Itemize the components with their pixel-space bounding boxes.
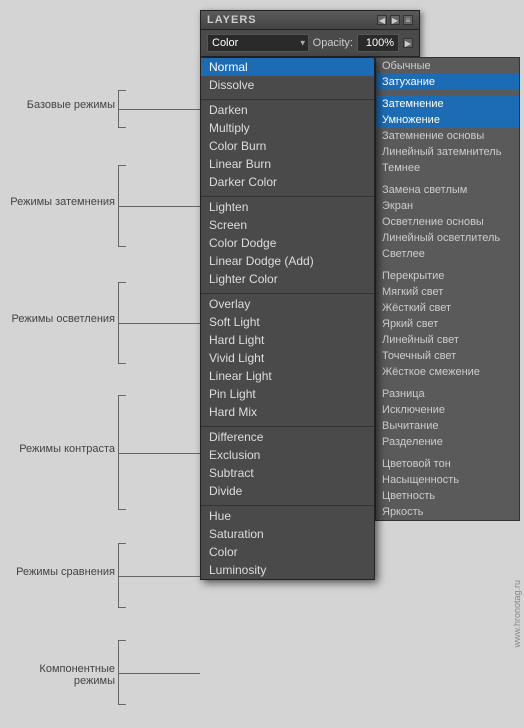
bracket-horizontal <box>118 453 200 454</box>
dropdown-item[interactable]: Exclusion <box>201 446 374 464</box>
dropdown-divider <box>201 191 374 197</box>
dropdown-divider <box>201 500 374 506</box>
opacity-label: Opacity: <box>313 37 353 49</box>
dropdown-item[interactable]: Linear Burn <box>201 155 374 173</box>
blend-mode-wrapper: Color ▼ <box>207 34 309 52</box>
translation-item: Линейный осветлитель <box>376 230 519 246</box>
dropdown-item[interactable]: Lighten <box>201 198 374 216</box>
category-label: Базовые режимы <box>5 99 115 111</box>
dropdown-item[interactable]: Color Dodge <box>201 234 374 252</box>
translation-item: Яркий свет <box>376 316 519 332</box>
dropdown-item[interactable]: Overlay <box>201 295 374 313</box>
translation-item: Исключение <box>376 402 519 418</box>
dropdown-divider <box>201 421 374 427</box>
dropdown-item[interactable]: Multiply <box>201 119 374 137</box>
category-label: Компонентные режимы <box>5 663 115 687</box>
panel-toolbar: Color ▼ Opacity: ▶ <box>201 30 419 57</box>
category-label: Режимы контраста <box>5 443 115 455</box>
dropdown-item[interactable]: Linear Dodge (Add) <box>201 252 374 270</box>
panel-title: LAYERS <box>207 14 257 26</box>
watermark: www.hronotag.ru <box>512 580 522 648</box>
translation-item: Насыщенность <box>376 472 519 488</box>
opacity-input[interactable] <box>357 34 399 52</box>
translation-item: Обычные <box>376 58 519 74</box>
blend-mode-dropdown: NormalDissolveDarkenMultiplyColor BurnLi… <box>200 57 375 580</box>
opacity-arrow-btn[interactable]: ▶ <box>403 38 413 48</box>
dropdown-item[interactable]: Linear Light <box>201 367 374 385</box>
translation-item: Перекрытие <box>376 268 519 284</box>
dropdown-item[interactable]: Screen <box>201 216 374 234</box>
panel-expand-btn[interactable]: ▶ <box>390 15 400 25</box>
dropdown-item[interactable]: Hue <box>201 507 374 525</box>
translation-item: Темнее <box>376 160 519 176</box>
category-label: Режимы сравнения <box>5 566 115 578</box>
bracket-horizontal <box>118 576 200 577</box>
dropdown-item[interactable]: Saturation <box>201 525 374 543</box>
translation-item: Жёсткое смежение <box>376 364 519 380</box>
translation-item: Светлее <box>376 246 519 262</box>
dropdown-item[interactable]: Luminosity <box>201 561 374 579</box>
panel-controls: ◀ ▶ ≡ <box>377 15 413 25</box>
bracket-horizontal <box>118 673 200 674</box>
translation-item: Экран <box>376 198 519 214</box>
dropdown-divider <box>201 288 374 294</box>
translation-item: Осветление основы <box>376 214 519 230</box>
dropdown-item[interactable]: Dissolve <box>201 76 374 94</box>
dropdown-item[interactable]: Subtract <box>201 464 374 482</box>
layers-panel: LAYERS ◀ ▶ ≡ Color ▼ Opacity: ▶ <box>200 10 420 58</box>
translation-item: Затухание <box>376 74 519 90</box>
translation-item: Замена светлым <box>376 182 519 198</box>
dropdown-item[interactable]: Hard Light <box>201 331 374 349</box>
dropdown-divider <box>201 94 374 100</box>
dropdown-item[interactable]: Difference <box>201 428 374 446</box>
dropdown-item[interactable]: Normal <box>201 58 374 76</box>
dropdown-item[interactable]: Color <box>201 543 374 561</box>
category-label: Режимы осветления <box>5 313 115 325</box>
translation-item: Точечный свет <box>376 348 519 364</box>
translation-item: Мягкий свет <box>376 284 519 300</box>
translation-item: Затемнение основы <box>376 128 519 144</box>
translation-item: Вычитание <box>376 418 519 434</box>
translation-item: Яркость <box>376 504 519 520</box>
dropdown-item[interactable]: Vivid Light <box>201 349 374 367</box>
dropdown-item[interactable]: Darken <box>201 101 374 119</box>
translation-item: Затемнение <box>376 96 519 112</box>
dropdown-item[interactable]: Darker Color <box>201 173 374 191</box>
translation-item: Линейный свет <box>376 332 519 348</box>
dropdown-item[interactable]: Soft Light <box>201 313 374 331</box>
translation-item: Разделение <box>376 434 519 450</box>
translation-item: Жёсткий свет <box>376 300 519 316</box>
translation-item: Линейный затемнитель <box>376 144 519 160</box>
bracket-horizontal <box>118 323 200 324</box>
translations-panel: ОбычныеЗатухание ЗатемнениеУмножениеЗатем… <box>375 57 520 521</box>
dropdown-item[interactable]: Color Burn <box>201 137 374 155</box>
blend-mode-select[interactable]: Color <box>207 34 309 52</box>
panel-collapse-btn[interactable]: ◀ <box>377 15 387 25</box>
translation-item: Цветовой тон <box>376 456 519 472</box>
bracket-horizontal <box>118 109 200 110</box>
panel-titlebar: LAYERS ◀ ▶ ≡ <box>201 11 419 30</box>
dropdown-item[interactable]: Hard Mix <box>201 403 374 421</box>
category-label: Режимы затемнения <box>5 196 115 208</box>
panel-menu-btn[interactable]: ≡ <box>403 15 413 25</box>
dropdown-item[interactable]: Pin Light <box>201 385 374 403</box>
translation-item: Разница <box>376 386 519 402</box>
dropdown-item[interactable]: Divide <box>201 482 374 500</box>
translation-item: Цветность <box>376 488 519 504</box>
dropdown-item[interactable]: Lighter Color <box>201 270 374 288</box>
bracket-horizontal <box>118 206 200 207</box>
translation-item: Умножение <box>376 112 519 128</box>
